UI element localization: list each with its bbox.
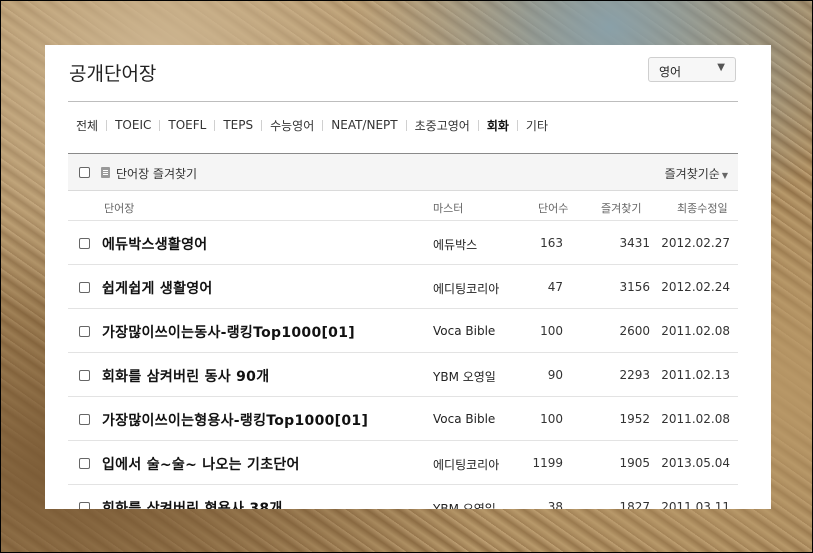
- table-row: 가장많이쓰이는동사-랭킹Top1000[01] Voca Bible 100 2600…: [68, 309, 738, 353]
- sort-label: 즐겨찾기순: [664, 167, 720, 181]
- table-row: 가장많이쓰이는형용사-랭킹Top1000[01] Voca Bible 100 195…: [68, 397, 738, 441]
- row-checkbox[interactable]: [79, 326, 90, 337]
- master-name: 에디팅코리아: [433, 282, 500, 296]
- favorite-count: 2600: [619, 324, 650, 338]
- language-select-value: 영어: [659, 65, 682, 79]
- col-master: 마스터: [433, 202, 464, 215]
- master-name: YBM 오영일: [433, 502, 496, 509]
- wordbook-name-link[interactable]: 가장많이쓰이는동사-랭킹Top1000[01]: [102, 322, 355, 342]
- table-row: 회화를 삼켜버린 형용사 38개 YBM 오영일 38 1827 2011.03.11: [68, 485, 738, 509]
- word-count: 100: [540, 412, 563, 426]
- language-select[interactable]: 영어 ▼: [648, 57, 736, 82]
- favorite-count: 3431: [619, 236, 650, 250]
- word-count: 163: [540, 236, 563, 250]
- wordbook-name-link[interactable]: 에듀박스생활영어: [102, 234, 207, 254]
- tab-4[interactable]: 수능영어: [262, 117, 322, 134]
- updated-date: 2013.05.04: [661, 456, 730, 470]
- word-count: 1199: [532, 456, 563, 470]
- tab-1[interactable]: TOEIC: [107, 118, 159, 132]
- master-name: 에디팅코리아: [433, 458, 500, 472]
- tab-7[interactable]: 회화: [479, 117, 517, 134]
- master-name: Voca Bible: [433, 324, 496, 338]
- master-name: YBM 오영일: [433, 370, 496, 384]
- row-checkbox[interactable]: [79, 238, 90, 249]
- favorite-count: 2293: [619, 368, 650, 382]
- updated-date: 2012.02.27: [661, 236, 730, 250]
- updated-date: 2011.02.08: [661, 412, 730, 426]
- table-row: 회화를 삼켜버린 동사 90개 YBM 오영일 90 2293 2011.02.13: [68, 353, 738, 397]
- favorite-count: 1952: [619, 412, 650, 426]
- table-row: 에듀박스생활영어 에듀박스 163 3431 2012.02.27: [68, 221, 738, 265]
- wordbook-name-link[interactable]: 쉽게쉽게 생활영어: [102, 278, 213, 298]
- chevron-down-icon: ▼: [717, 62, 725, 73]
- table-header: 단어장 마스터 단어수 즐겨찾기 최종수정일: [68, 191, 738, 221]
- tab-6[interactable]: 초중고영어: [407, 117, 478, 134]
- updated-date: 2011.02.08: [661, 324, 730, 338]
- add-favorite-button[interactable]: 단어장 즐겨찾기: [116, 165, 197, 182]
- word-count: 90: [547, 368, 563, 382]
- wordbook-list: 에듀박스생활영어 에듀박스 163 3431 2012.02.27 쉽게쉽게 생활영어 에디…: [68, 221, 738, 509]
- tab-2[interactable]: TOEFL: [160, 118, 214, 132]
- master-name: 에듀박스: [433, 238, 478, 252]
- wordbook-name-link[interactable]: 회화를 삼켜버린 동사 90개: [102, 366, 269, 386]
- row-checkbox[interactable]: [79, 370, 90, 381]
- sort-dropdown[interactable]: 즐겨찾기순 ▼: [665, 165, 728, 182]
- page-title: 공개단어장: [69, 63, 157, 85]
- wordbook-name-link[interactable]: 가장많이쓰이는형용사-랭킹Top1000[01]: [102, 410, 368, 430]
- word-count: 38: [547, 500, 563, 509]
- word-count: 47: [547, 280, 563, 294]
- updated-date: 2011.03.11: [661, 500, 730, 509]
- col-count: 단어수: [538, 202, 569, 215]
- tab-8[interactable]: 기타: [518, 117, 556, 134]
- word-count: 100: [540, 324, 563, 338]
- master-name: Voca Bible: [433, 412, 496, 426]
- wordbook-name-link[interactable]: 입에서 술~술~ 나오는 기초단어: [102, 454, 300, 474]
- col-name: 단어장: [104, 202, 135, 215]
- wordbook-name-link[interactable]: 회화를 삼켜버린 형용사 38개: [102, 498, 283, 509]
- table-row: 쉽게쉽게 생활영어 에디팅코리아 47 3156 2012.02.24: [68, 265, 738, 309]
- list-icon: [101, 167, 110, 178]
- table-row: 입에서 술~술~ 나오는 기초단어 에디팅코리아 1199 1905 2013.05.0…: [68, 441, 738, 485]
- tab-3[interactable]: TEPS: [215, 118, 261, 132]
- row-checkbox[interactable]: [79, 414, 90, 425]
- caret-down-icon: ▼: [721, 171, 728, 180]
- favorite-count: 1905: [619, 456, 650, 470]
- divider: [68, 101, 738, 102]
- row-checkbox[interactable]: [79, 458, 90, 469]
- favorite-count: 3156: [619, 280, 650, 294]
- updated-date: 2011.02.13: [661, 368, 730, 382]
- col-updated: 최종수정일: [677, 202, 728, 215]
- wordbook-panel: 공개단어장 영어 ▼ 전체 TOEIC TOEFL TEPS 수능영어 NEAT/NEPT…: [45, 45, 770, 509]
- list-toolbar: 단어장 즐겨찾기 즐겨찾기순 ▼: [68, 153, 738, 191]
- row-checkbox[interactable]: [79, 502, 90, 509]
- category-tabs: 전체 TOEIC TOEFL TEPS 수능영어 NEAT/NEPT 초중고영어 회화 기타: [68, 115, 556, 135]
- favorite-count: 1827: [619, 500, 650, 509]
- select-all-checkbox[interactable]: [79, 167, 90, 178]
- row-checkbox[interactable]: [79, 282, 90, 293]
- tab-0[interactable]: 전체: [68, 117, 106, 134]
- col-favorites: 즐겨찾기: [601, 202, 642, 215]
- updated-date: 2012.02.24: [661, 280, 730, 294]
- tab-5[interactable]: NEAT/NEPT: [323, 118, 405, 132]
